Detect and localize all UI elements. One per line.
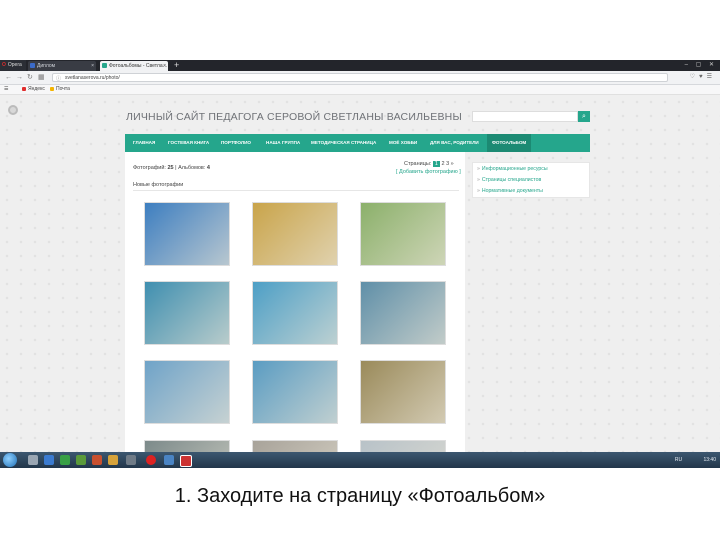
- forward-icon[interactable]: →: [16, 71, 23, 84]
- menu-item-our-group[interactable]: НАША ГРУППА: [266, 134, 300, 152]
- screenshot: O Opera Диплом × Фотоальбомы - Светла… × + …: [0, 60, 720, 468]
- album-content: Фотографий: 25 | Альбомов: 4 Страницы: 1…: [125, 152, 465, 452]
- explorer-icon[interactable]: [28, 455, 38, 465]
- bullet-icon: »: [477, 188, 480, 194]
- main-menu: ГЛАВНАЯ ГОСТЕВАЯ КНИГА ПОРТФОЛИО НАША ГР…: [125, 134, 590, 152]
- photo-thumbnail[interactable]: [252, 360, 338, 424]
- app-icon[interactable]: [164, 455, 174, 465]
- photos-count: 25: [167, 165, 174, 171]
- opera-icon: O: [2, 62, 6, 68]
- album-counts: Фотографий: 25 | Альбомов: 4: [133, 165, 210, 171]
- page-link[interactable]: 3: [446, 161, 449, 167]
- address-bar: ← → ↻ ▦ ⓘ svetlanaserova.ru/photo/ ♡♥☰: [0, 71, 720, 85]
- opera-menu-label: Opera: [7, 62, 22, 68]
- site-icon: [102, 63, 107, 68]
- close-icon[interactable]: ×: [91, 61, 94, 71]
- menu-item-photo-album[interactable]: ФОТОАЛЬБОМ: [487, 134, 532, 152]
- add-photo-link[interactable]: [ Добавить фотографию ]: [396, 169, 461, 175]
- close-icon[interactable]: ×: [163, 61, 166, 71]
- opera-menu-button[interactable]: O Opera: [0, 60, 26, 71]
- pages-label: Страницы:: [404, 161, 432, 167]
- yandex-icon: [22, 86, 26, 91]
- tab-photo-albums[interactable]: Фотоальбомы - Светла… ×: [100, 61, 168, 71]
- window-controls[interactable]: – ▢ ✕: [685, 60, 717, 71]
- photo-thumbnail[interactable]: [144, 281, 230, 345]
- menu-item-portfolio[interactable]: ПОРТФОЛИО: [221, 134, 251, 152]
- menu-item-home[interactable]: ГЛАВНАЯ: [133, 134, 155, 152]
- back-icon[interactable]: ←: [5, 71, 12, 84]
- bullet-icon: »: [477, 177, 480, 183]
- photo-thumbnail[interactable]: [144, 440, 230, 452]
- pagination: Страницы: 1 2 3 »: [404, 161, 454, 167]
- start-button[interactable]: [3, 453, 17, 467]
- photo-thumbnail[interactable]: [360, 440, 446, 452]
- bookmarks-menu-icon[interactable]: ☰: [4, 85, 8, 94]
- photo-thumbnail[interactable]: [144, 360, 230, 424]
- sidebar-item-label: Страницы специалистов: [481, 177, 542, 183]
- bullet-icon: »: [477, 166, 480, 172]
- word-icon[interactable]: [44, 455, 54, 465]
- menu-item-parents[interactable]: ДЛЯ ВАС, РОДИТЕЛИ: [430, 134, 479, 152]
- photo-thumbnail[interactable]: [144, 202, 230, 266]
- search-button[interactable]: ⌕: [578, 111, 590, 122]
- address-bar-actions[interactable]: ♡♥☰: [690, 71, 716, 84]
- photo-thumbnail[interactable]: [252, 202, 338, 266]
- speed-dial-icon[interactable]: ▦: [38, 71, 45, 84]
- page-link-current[interactable]: 1: [432, 161, 440, 167]
- page-link[interactable]: 2: [441, 161, 444, 167]
- web-page: ЛИЧНЫЙ САЙТ ПЕДАГОГА СЕРОВОЙ СВЕТЛАНЫ ВА…: [0, 95, 720, 452]
- photo-thumbnail[interactable]: [360, 360, 446, 424]
- menu-item-guestbook[interactable]: ГОСТЕВАЯ КНИГА: [168, 134, 209, 152]
- sidebar-item-label: Информационные ресурсы: [481, 166, 548, 172]
- mail-icon: [50, 86, 54, 91]
- albums-label: | Альбомов:: [175, 165, 206, 171]
- menu-item-hobby[interactable]: МОЁ ХОББИ: [389, 134, 417, 152]
- browser-tab-bar: O Opera Диплом × Фотоальбомы - Светла… × + …: [0, 60, 720, 71]
- powerpoint-icon[interactable]: [92, 455, 102, 465]
- new-tab-button[interactable]: +: [174, 60, 179, 71]
- photo-thumbnail[interactable]: [252, 440, 338, 452]
- bookmark-label: Яндекс: [28, 86, 45, 92]
- app-icon[interactable]: [76, 455, 86, 465]
- system-tray[interactable]: RU 13:40: [675, 452, 716, 468]
- sidebar-menu: » Информационные ресурсы » Страницы специа…: [472, 162, 590, 198]
- photo-thumbnail[interactable]: [360, 202, 446, 266]
- page-next-link[interactable]: »: [451, 161, 454, 167]
- opera-taskbar-icon[interactable]: [146, 455, 156, 465]
- settings-icon[interactable]: [8, 105, 18, 115]
- albums-count: 4: [206, 165, 210, 171]
- bookmark-label: Почта: [56, 86, 70, 92]
- tab-title: Фотоальбомы - Светла…: [109, 63, 168, 69]
- tab-title: Диплом: [37, 63, 56, 69]
- language-indicator[interactable]: RU: [675, 457, 682, 463]
- url-text: svetlanaserova.ru/photo/: [65, 75, 120, 81]
- site-info-icon[interactable]: ⓘ: [56, 75, 61, 84]
- url-field[interactable]: ⓘ svetlanaserova.ru/photo/: [52, 73, 668, 82]
- site-title[interactable]: ЛИЧНЫЙ САЙТ ПЕДАГОГА СЕРОВОЙ СВЕТЛАНЫ ВА…: [126, 111, 462, 123]
- search-icon: ⌕: [582, 113, 586, 120]
- bookmarks-bar: ☰ Яндекс Почта: [0, 85, 720, 95]
- photos-label: Фотографий:: [133, 165, 166, 171]
- new-photos-heading: Новые фотографии: [133, 182, 459, 191]
- app-icon[interactable]: [180, 455, 192, 467]
- reload-icon[interactable]: ↻: [27, 71, 33, 84]
- clock[interactable]: 13:40: [703, 457, 716, 463]
- photo-thumbnail[interactable]: [252, 281, 338, 345]
- sidebar-item-info-resources[interactable]: » Информационные ресурсы: [477, 166, 548, 172]
- document-icon: [30, 63, 35, 68]
- menu-item-methodical[interactable]: МЕТОДИЧЕСКАЯ СТРАНИЦА: [311, 134, 376, 152]
- media-icon[interactable]: [60, 455, 70, 465]
- sidebar-item-specialists[interactable]: » Страницы специалистов: [477, 177, 541, 183]
- sidebar-item-documents[interactable]: » Нормативные документы: [477, 188, 543, 194]
- slide-caption: 1. Заходите на страницу «Фотоальбом»: [174, 485, 546, 507]
- search-input[interactable]: [472, 111, 578, 122]
- app-icon[interactable]: [126, 455, 136, 465]
- tab-diploma[interactable]: Диплом ×: [28, 61, 96, 71]
- sidebar-item-label: Нормативные документы: [481, 188, 543, 194]
- bookmark-yandex[interactable]: Яндекс: [22, 85, 45, 94]
- windows-taskbar: RU 13:40: [0, 452, 720, 468]
- bookmark-mail[interactable]: Почта: [50, 85, 70, 94]
- photo-thumbnail[interactable]: [360, 281, 446, 345]
- folder-icon[interactable]: [108, 455, 118, 465]
